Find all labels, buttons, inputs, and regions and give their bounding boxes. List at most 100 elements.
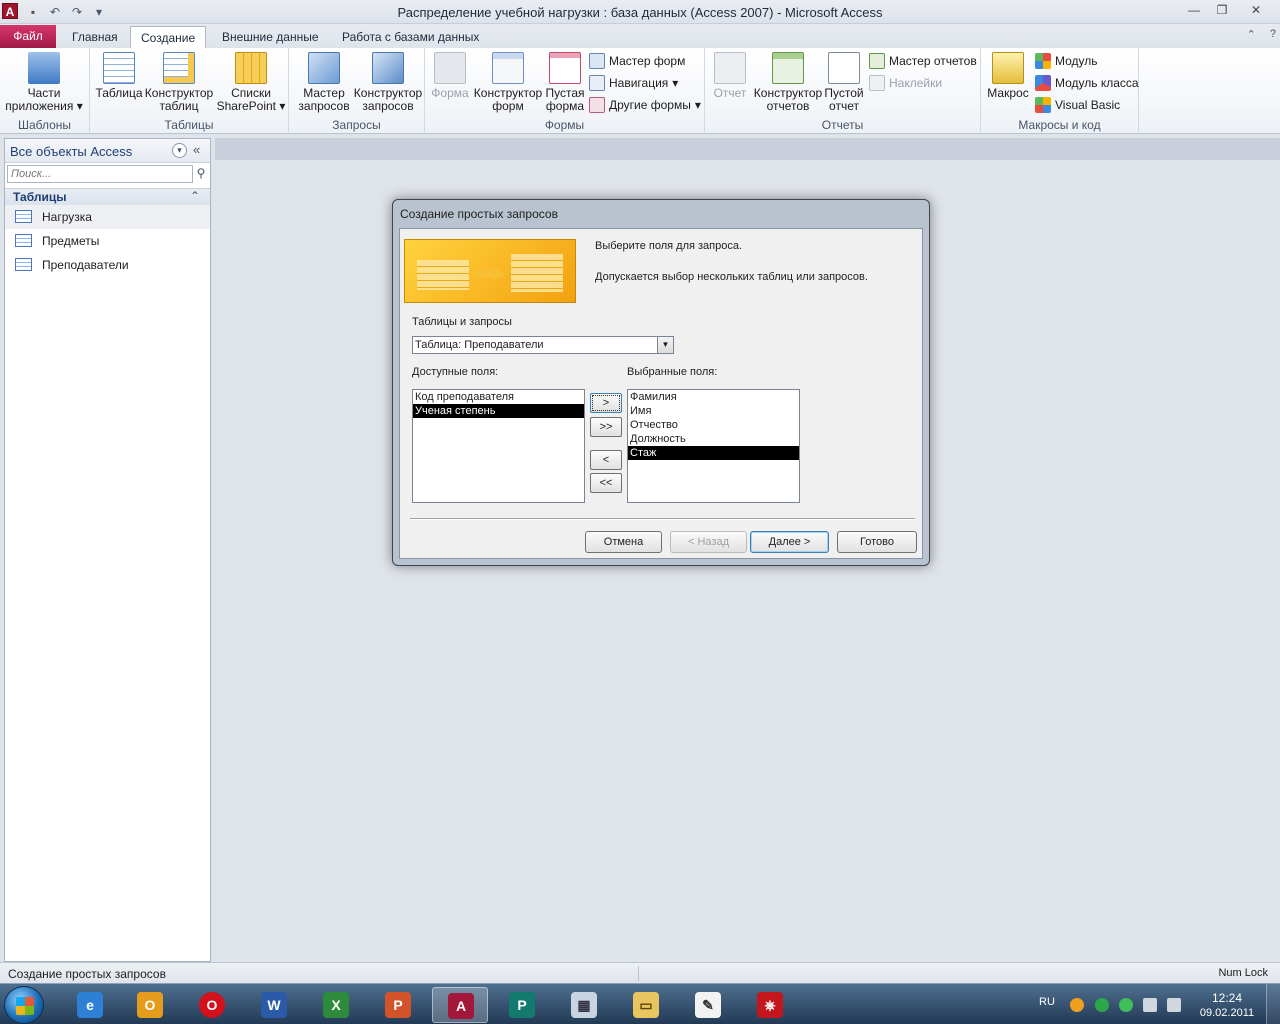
nav-group-label: Таблицы bbox=[13, 190, 67, 204]
start-button[interactable] bbox=[4, 986, 44, 1024]
list-item[interactable]: Фамилия bbox=[628, 390, 799, 404]
navigation-button[interactable]: Навигация ▾ bbox=[589, 74, 678, 92]
network-status-icon[interactable] bbox=[1119, 998, 1133, 1012]
status-text: Создание простых запросов bbox=[8, 967, 166, 981]
table-design-button[interactable]: Конструктор таблиц bbox=[144, 52, 214, 113]
taskbar-word[interactable]: W bbox=[246, 987, 302, 1023]
available-fields-list[interactable]: Код преподавателя Ученая степень bbox=[412, 389, 585, 503]
group-label-tables: Таблицы bbox=[164, 118, 214, 132]
visual-basic-icon bbox=[1035, 97, 1051, 113]
tab-create[interactable]: Создание bbox=[130, 26, 207, 49]
tables-queries-value: Таблица: Преподаватели bbox=[415, 339, 544, 351]
nav-search-input[interactable] bbox=[7, 165, 193, 183]
search-icon[interactable]: ⚲ bbox=[193, 166, 209, 182]
class-module-button[interactable]: Модуль класса bbox=[1035, 74, 1139, 92]
close-button[interactable]: ✕ bbox=[1236, 0, 1276, 20]
nav-item-load[interactable]: Нагрузка bbox=[5, 205, 210, 229]
cancel-button[interactable]: Отмена bbox=[585, 531, 662, 553]
update-icon[interactable] bbox=[1070, 998, 1084, 1012]
publisher-icon: P bbox=[509, 992, 535, 1018]
action-center-icon[interactable] bbox=[1143, 998, 1157, 1012]
instruction-text: Выберите поля для запроса. bbox=[595, 240, 743, 252]
tab-database-tools[interactable]: Работа с базами данных bbox=[332, 26, 489, 48]
query-wizard-button[interactable]: Мастер запросов bbox=[293, 52, 355, 113]
clock-time[interactable]: 12:24 bbox=[1200, 991, 1254, 1005]
tab-file[interactable]: Файл bbox=[0, 25, 56, 48]
taskbar-publisher[interactable]: P bbox=[494, 987, 550, 1023]
table-icon bbox=[15, 258, 32, 271]
tables-queries-select[interactable]: Таблица: Преподаватели ▼ bbox=[412, 336, 674, 354]
labels-icon bbox=[869, 75, 885, 91]
group-queries: Мастер запросов Конструктор запросов Зап… bbox=[289, 48, 425, 134]
tab-home[interactable]: Главная bbox=[62, 26, 128, 48]
table-icon bbox=[15, 234, 32, 247]
list-item[interactable]: Должность bbox=[628, 432, 799, 446]
navigation-icon bbox=[589, 75, 605, 91]
back-button[interactable]: < Назад bbox=[670, 531, 747, 553]
move-all-button[interactable]: >> bbox=[590, 417, 622, 437]
nav-item-teachers[interactable]: Преподаватели bbox=[5, 253, 210, 277]
list-item[interactable]: Имя bbox=[628, 404, 799, 418]
move-one-button[interactable]: > bbox=[590, 393, 622, 413]
taskbar-internet-explorer[interactable]: e bbox=[62, 987, 118, 1023]
chevron-down-icon[interactable]: ▼ bbox=[657, 337, 673, 353]
query-design-button[interactable]: Конструктор запросов bbox=[353, 52, 423, 113]
banner-table-graphic bbox=[511, 254, 563, 292]
group-templates: Части приложения ▾ Шаблоны bbox=[0, 48, 90, 134]
table-icon bbox=[103, 52, 135, 84]
minimize-ribbon-icon[interactable]: ⌃ bbox=[1247, 28, 1256, 41]
form-design-button[interactable]: Конструктор форм bbox=[473, 52, 543, 113]
form-wizard-button[interactable]: Мастер форм bbox=[589, 52, 685, 70]
help-icon[interactable]: ? bbox=[1270, 28, 1276, 41]
show-desktop-button[interactable] bbox=[1266, 984, 1280, 1024]
nav-group-tables[interactable]: Таблицы ⌃ bbox=[5, 188, 210, 206]
volume-icon[interactable] bbox=[1167, 998, 1181, 1012]
report-design-button[interactable]: Конструктор отчетов bbox=[753, 52, 823, 113]
list-item[interactable]: Ученая степень bbox=[413, 404, 584, 418]
clock-date[interactable]: 09.02.2011 bbox=[1196, 1007, 1258, 1019]
finish-button[interactable]: Готово bbox=[837, 531, 917, 553]
list-item[interactable]: Код преподавателя bbox=[413, 390, 584, 404]
nav-item-subjects[interactable]: Предметы bbox=[5, 229, 210, 253]
remove-one-button[interactable]: < bbox=[590, 450, 622, 470]
form-button[interactable]: Форма bbox=[429, 52, 471, 100]
labels-button[interactable]: Наклейки bbox=[869, 74, 942, 92]
nav-collapse-icon[interactable]: « bbox=[193, 142, 200, 157]
macro-button[interactable]: Макрос bbox=[985, 52, 1031, 100]
taskbar-calculator[interactable]: ▦ bbox=[556, 987, 612, 1023]
nav-title[interactable]: Все объекты Access bbox=[10, 144, 132, 159]
sharepoint-lists-button[interactable]: Списки SharePoint ▾ bbox=[216, 52, 286, 113]
more-forms-button[interactable]: Другие формы ▾ bbox=[589, 96, 701, 114]
table-button[interactable]: Таблица bbox=[94, 52, 144, 100]
group-label-macros: Макросы и код bbox=[1018, 118, 1101, 132]
taskbar-opera[interactable]: O bbox=[184, 987, 240, 1023]
report-wizard-button[interactable]: Мастер отчетов bbox=[869, 52, 977, 70]
app-parts-button[interactable]: Части приложения ▾ bbox=[4, 52, 84, 113]
taskbar-notepad[interactable]: ✎ bbox=[680, 987, 736, 1023]
taskbar-acrobat[interactable]: ⎈ bbox=[742, 987, 798, 1023]
language-indicator[interactable]: RU bbox=[1039, 996, 1055, 1008]
security-icon[interactable] bbox=[1095, 998, 1109, 1012]
module-button[interactable]: Модуль bbox=[1035, 52, 1098, 70]
minimize-button[interactable]: — bbox=[1180, 0, 1208, 20]
taskbar-access[interactable]: A bbox=[432, 987, 488, 1023]
taskbar-explorer[interactable]: ▭ bbox=[618, 987, 674, 1023]
remove-all-button[interactable]: << bbox=[590, 473, 622, 493]
taskbar-excel[interactable]: X bbox=[308, 987, 364, 1023]
taskbar-powerpoint[interactable]: P bbox=[370, 987, 426, 1023]
nav-menu-dropdown-icon[interactable]: ▾ bbox=[172, 143, 187, 158]
list-item[interactable]: Отчество bbox=[628, 418, 799, 432]
report-button[interactable]: Отчет bbox=[709, 52, 751, 100]
chevron-up-icon[interactable]: ⌃ bbox=[190, 189, 200, 203]
maximize-button[interactable]: ❐ bbox=[1208, 0, 1236, 20]
list-item[interactable]: Стаж bbox=[628, 446, 799, 460]
next-button[interactable]: Далее > bbox=[750, 531, 829, 553]
blank-form-button[interactable]: Пустая форма bbox=[543, 52, 587, 113]
available-fields-label: Доступные поля: bbox=[412, 366, 499, 378]
blank-report-button[interactable]: Пустой отчет bbox=[823, 52, 865, 113]
visual-basic-button[interactable]: Visual Basic bbox=[1035, 96, 1120, 114]
taskbar-outlook[interactable]: O bbox=[122, 987, 178, 1023]
tab-external-data[interactable]: Внешние данные bbox=[212, 26, 329, 48]
calculator-icon: ▦ bbox=[571, 992, 597, 1018]
selected-fields-list[interactable]: Фамилия Имя Отчество Должность Стаж bbox=[627, 389, 800, 503]
